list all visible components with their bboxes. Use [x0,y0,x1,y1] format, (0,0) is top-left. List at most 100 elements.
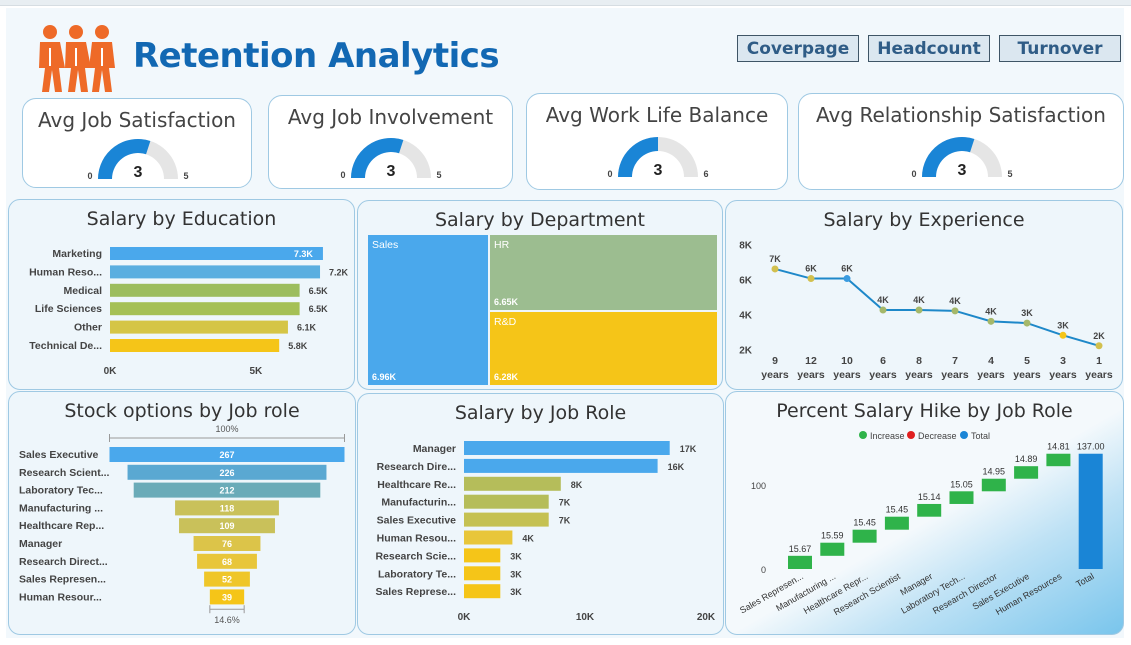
data-label: 7K [559,498,571,508]
legend-marker [960,431,968,439]
x-unit-label: years [869,369,897,381]
x-unit-label: years [1085,369,1113,381]
data-label: 14.89 [1015,454,1038,464]
gauge-job-satisfaction: 3 0 5 [87,139,189,181]
kpi-card-job-involvement: Avg Job Involvement 3 0 5 [268,95,513,189]
data-label: 6.5K [309,286,329,296]
x-tick-label: 0K [104,366,118,377]
gauge-min-label: 0 [340,170,345,180]
data-point [771,265,779,273]
page-title: Retention Analytics [133,36,500,76]
bar [110,283,300,297]
total-bar [1078,453,1103,569]
x-unit-label: years [977,369,1005,381]
x-tick-label: 12 [805,355,817,367]
data-point [1095,342,1103,350]
data-label: 6.1K [297,323,317,333]
kpi-card-relationship-satisfaction: Avg Relationship Satisfaction 3 0 5 [798,93,1124,190]
data-label: 76 [222,539,232,549]
bar [464,530,513,545]
data-label: 68 [222,557,232,567]
bar [464,512,549,527]
tile-label: Sales [372,239,399,251]
data-point [951,307,959,315]
x-unit-label: years [1049,369,1077,381]
tile-value: 6.96K [372,372,397,382]
category-label: Human Reso... [29,266,102,278]
data-label: 8K [571,480,583,490]
gauge-min-label: 0 [87,171,92,181]
x-unit-label: years [1013,369,1041,381]
salary-by-experience-chart: 2K 4K 6K 8K 7K 9 years 6K 12 years 6K 10 years 4K 6 yea… [739,240,1113,381]
data-point [915,306,923,314]
category-label: Sales Represen... [19,574,106,586]
category-label: Laboratory Te... [378,568,456,580]
data-label: 15.05 [950,479,973,489]
data-point [807,275,815,283]
category-label: Manager [413,443,456,455]
x-tick-label: 10 [841,355,853,367]
kpi-title: Avg Work Life Balance [545,103,769,127]
data-label: 5.8K [288,341,308,351]
headcount-button[interactable]: Headcount [868,35,990,62]
bar [464,548,501,563]
data-label: 52 [222,575,232,585]
salary-by-education-chart: Marketing 7.3K Human Reso... 7.2K Medical 6.5… [29,247,349,377]
category-label: Medical [63,285,102,297]
category-label: Research Direct... [19,556,108,568]
data-label: 15.67 [789,544,812,554]
bar [464,458,658,473]
category-label: Laboratory Tec... [19,485,103,497]
gauge-job-involvement: 3 0 5 [340,138,442,180]
tile-value: 6.28K [494,372,519,382]
data-label: 137.00 [1077,442,1105,452]
y-tick-label: 0 [761,565,766,575]
gauge-fill [351,138,404,178]
gauge-max-label: 5 [1007,169,1012,179]
data-label: 7.3K [294,249,314,259]
x-tick-label: 0K [458,612,472,623]
x-tick-label: 20K [697,612,716,623]
bar [464,476,561,491]
category-label: Sales Executive [377,515,457,527]
funnel-bottom-label: 14.6% [214,615,240,625]
stock-options-funnel-chart: 100% Sales Executive 267 Research Scient...… [19,424,345,625]
gauge-fill [618,137,658,177]
data-label: 15.45 [886,505,909,515]
data-point [879,306,887,314]
category-label: Sales Executive [19,449,99,461]
gauge-fill [98,139,151,179]
data-label: 4K [913,295,925,305]
bar [110,265,321,279]
coverpage-button[interactable]: Coverpage [737,35,859,62]
turnover-button[interactable]: Turnover [999,35,1121,62]
data-label: 212 [219,486,234,496]
data-label: 7K [769,254,781,264]
x-unit-label: years [833,369,861,381]
increase-bar [820,542,845,556]
panel-salary-by-experience: Salary by Experience 2K 4K 6K 8K 7K 9 years 6K 1… [725,200,1123,390]
x-tick-label: 3 [1060,355,1066,367]
data-label: 226 [219,468,234,478]
gauge-value: 3 [654,162,663,179]
x-tick-label: 6 [880,355,886,367]
data-label: 3K [510,551,522,561]
legend-marker [907,431,915,439]
increase-bar [1046,453,1071,467]
category-label: Marketing [52,248,102,260]
bar [464,566,501,581]
gauge-max-label: 5 [436,170,441,180]
panel-salary-by-education: Salary by Education Marketing 7.3K Human R… [8,199,355,390]
category-label: Sales Represe... [375,586,456,598]
category-label: Research Scient... [19,467,110,479]
y-tick-label: 6K [739,275,753,286]
x-tick-label: 7 [952,355,958,367]
data-label: 14.95 [983,467,1006,477]
bar [110,339,280,352]
data-label: 3K [1021,308,1033,318]
category-label: Healthcare Rep... [19,520,104,532]
kpi-title: Avg Job Satisfaction [38,108,236,132]
x-unit-label: years [905,369,933,381]
data-label: 4K [522,534,534,544]
category-label: Healthcare Re... [377,479,456,491]
